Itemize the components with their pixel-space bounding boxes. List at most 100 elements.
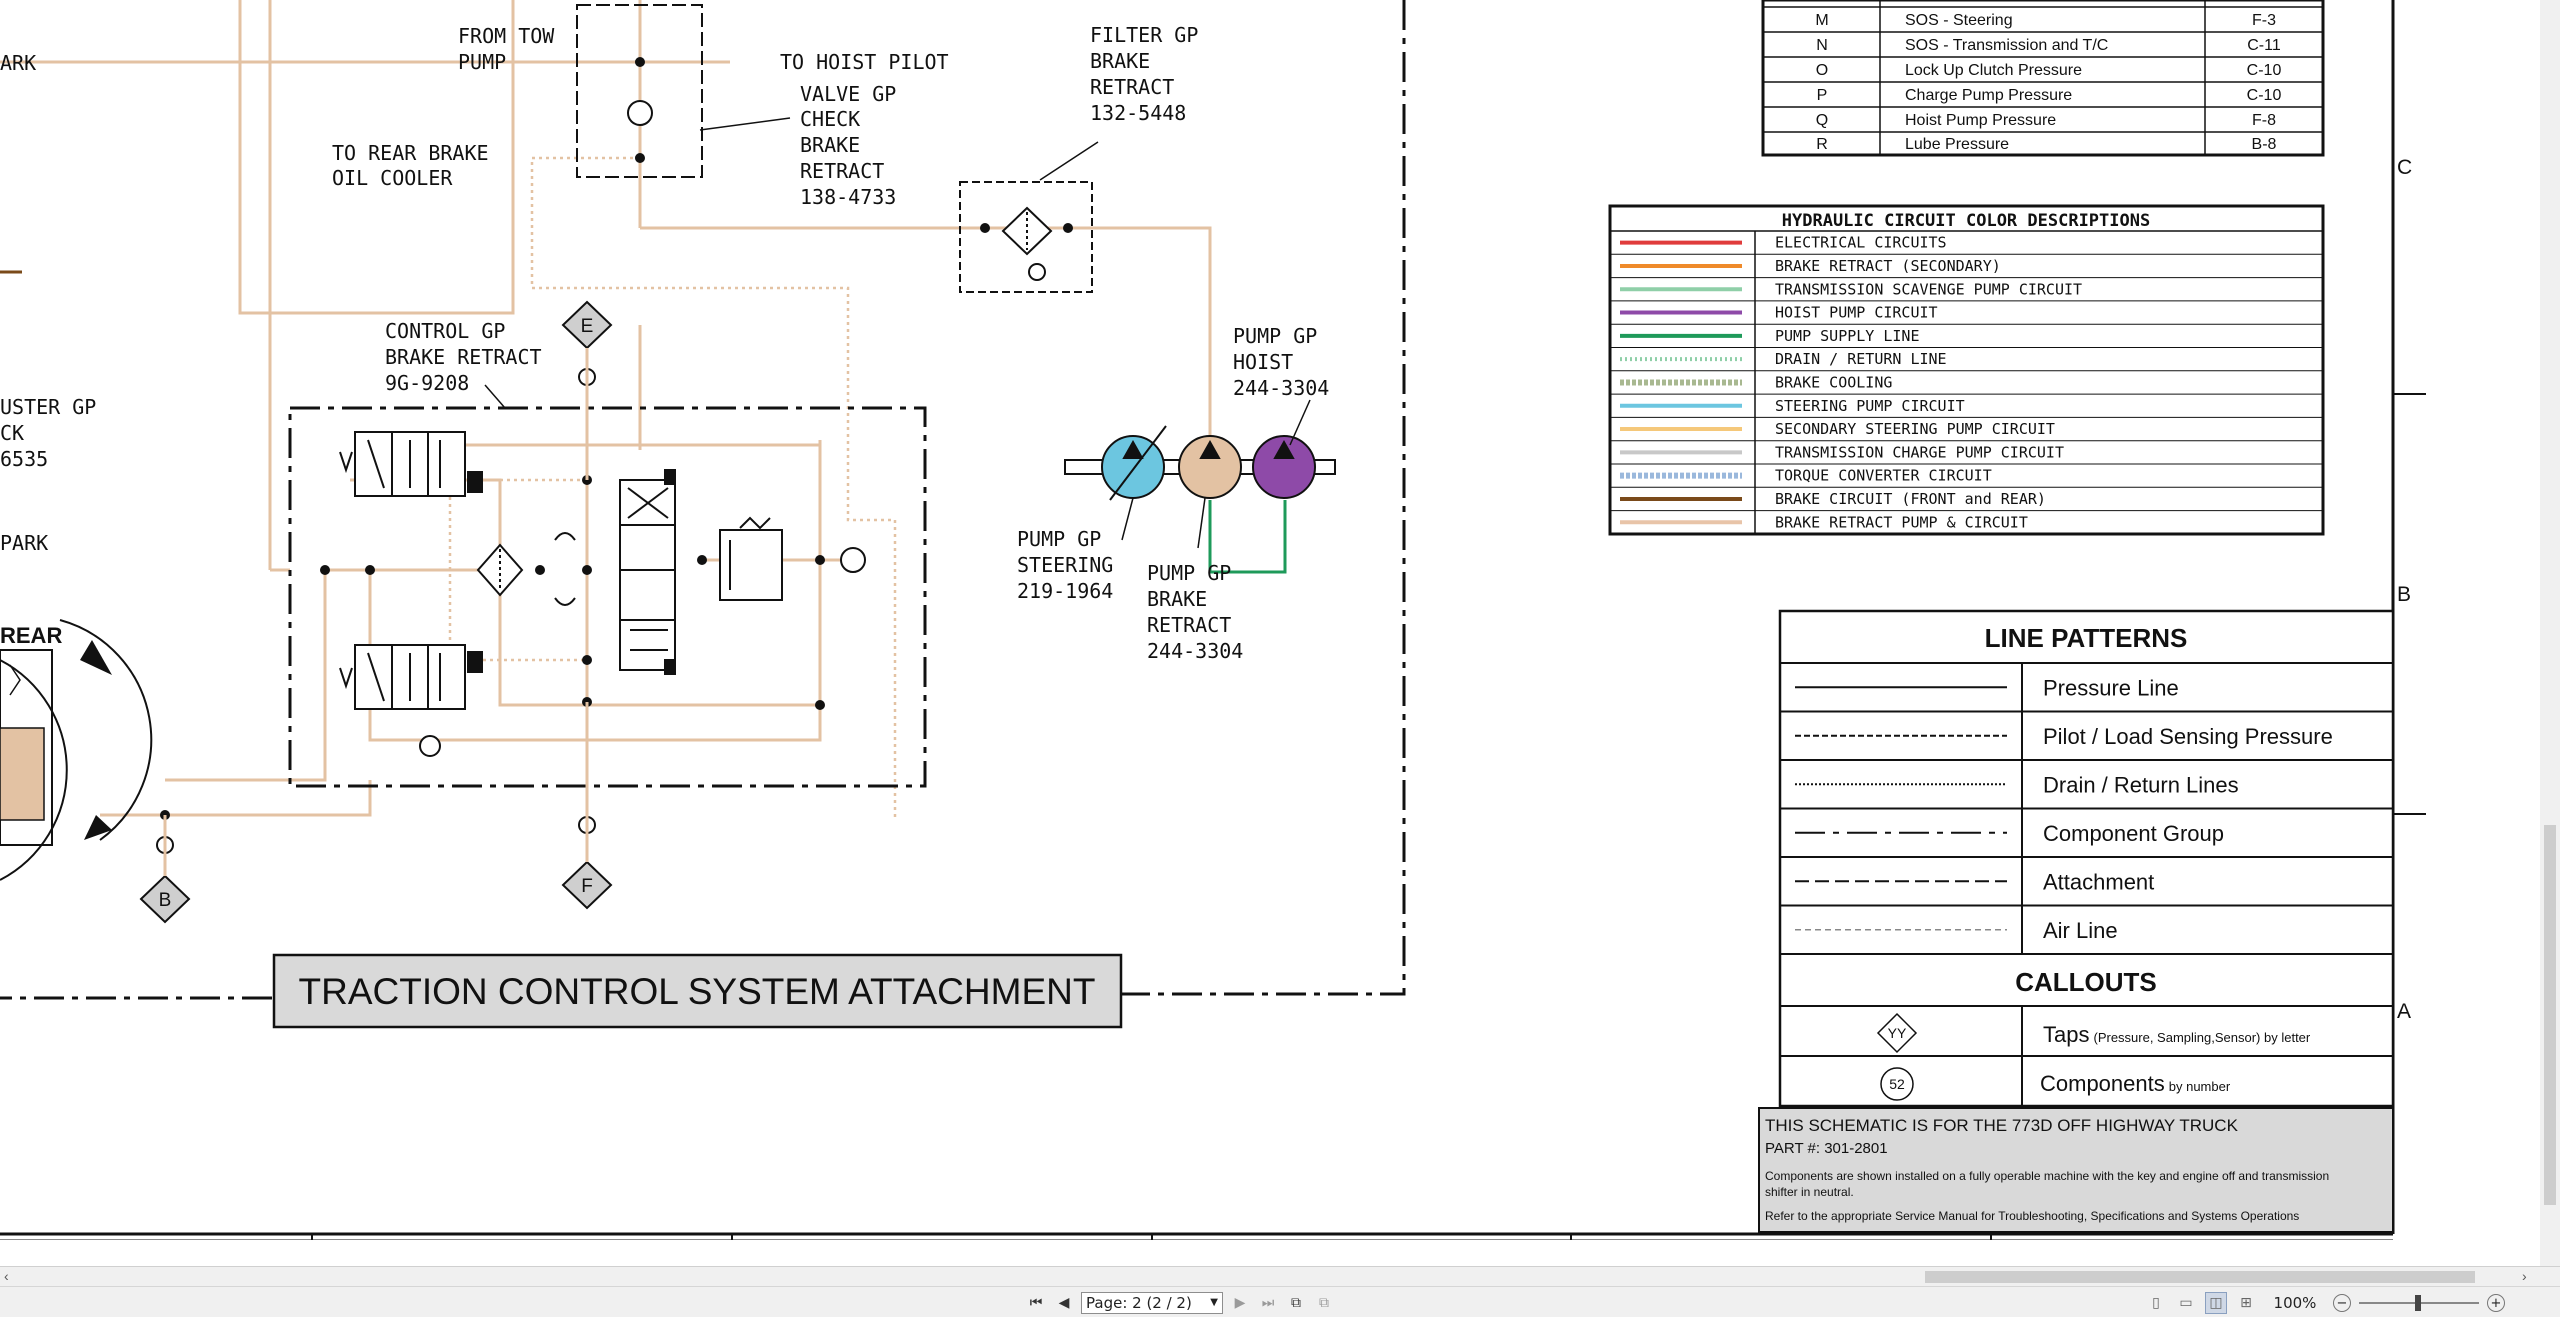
single-page-view-icon[interactable]: ▯ [2145,1292,2167,1314]
line-pattern-label: Attachment [2043,869,2154,894]
chevron-down-icon: ▼ [1210,1297,1218,1308]
tap-row-letter: N [1816,37,1828,54]
line-patterns-title: LINE PATTERNS [1985,623,2188,653]
zoom-slider[interactable] [2359,1293,2479,1313]
color-legend-label: SECONDARY STEERING PUMP CIRCUIT [1775,420,2055,438]
info-line1: THIS SCHEMATIC IS FOR THE 773D OFF HIGHW… [1765,1116,2239,1135]
label-park-mid: PARK [0,531,48,555]
next-page-icon[interactable]: ▶ [1229,1292,1251,1314]
color-legend-title: HYDRAULIC CIRCUIT COLOR DESCRIPTIONS [1782,211,2150,231]
label-valve-gp-4: RETRACT [800,159,884,183]
zoom-level[interactable]: 100% [2265,1294,2325,1312]
previous-page-icon[interactable]: ◀ [1053,1292,1075,1314]
label-pump-brake-4: 244-3304 [1147,639,1243,663]
tap-b-label: B [159,890,172,911]
tap-row-loc: F-8 [2252,112,2276,129]
two-page-continuous-view-icon[interactable]: ⊞ [2235,1292,2257,1314]
tap-row-letter: M [1815,12,1828,29]
proportional-valve [619,469,676,675]
label-valve-gp-2: CHECK [800,107,860,131]
horizontal-scrollbar[interactable]: ‹ › [0,1266,2560,1286]
tap-e: E [561,300,613,480]
tap-row-desc: SOS - Steering [1905,12,2013,29]
two-page-view-icon[interactable]: ◫ [2205,1292,2227,1314]
tcs-title: TRACTION CONTROL SYSTEM ATTACHMENT [299,971,1096,1012]
first-page-icon[interactable]: ⏮ [1025,1292,1047,1314]
component-callout-symbol: 52 [1889,1076,1905,1092]
color-legend-label: TORQUE CONVERTER CIRCUIT [1775,467,1992,485]
callouts-title: CALLOUTS [2015,967,2157,997]
vertical-scrollbar[interactable] [2540,0,2560,1266]
label-valve-gp-5: 138-4733 [800,185,896,209]
tap-row-desc: Lube Pressure [1905,136,2009,153]
info-line2: PART #: 301-2801 [1765,1140,1888,1157]
label-adjuster-1: USTER GP [0,395,96,419]
info-line3b: shifter in neutral. [1765,1185,1854,1199]
last-page-icon[interactable]: ⏭ [1257,1292,1279,1314]
color-legend-label: STEERING PUMP CIRCUIT [1775,397,1965,415]
scroll-left-icon[interactable]: ‹ [4,1268,9,1284]
solenoid-valve-lower [339,644,483,710]
continuous-view-icon[interactable]: ▭ [2175,1292,2197,1314]
tap-row-loc: B-8 [2252,136,2277,153]
color-legend-label: BRAKE COOLING [1775,373,1892,391]
tap-e-label: E [581,316,594,337]
page-select[interactable]: Page: 2 (2 / 2) ▼ [1081,1292,1223,1314]
line-pattern-label: Air Line [2043,918,2118,943]
label-valve-gp-3: BRAKE [800,133,860,157]
tap-row-desc: Charge Pump Pressure [1905,87,2072,104]
line-pattern-label: Pressure Line [2043,675,2179,700]
tap-row-loc: C-10 [2247,87,2282,104]
label-filter-gp-4: 132-5448 [1090,101,1186,125]
tap-b: B [139,815,191,924]
zoom-slider-knob[interactable] [2415,1295,2421,1311]
info-line3a: Components are shown installed on a full… [1765,1169,2329,1183]
label-control-gp-3: 9G-9208 [385,371,469,395]
view-controls: ▯ ▭ ◫ ⊞ 100% − + [2145,1290,2505,1316]
color-legend-label: HOIST PUMP CIRCUIT [1775,304,1938,322]
color-legend-label: DRAIN / RETURN LINE [1775,350,1947,368]
label-park-top: ARK [0,51,36,75]
label-pump-steer-3: 219-1964 [1017,579,1113,603]
scroll-right-icon[interactable]: › [2522,1268,2527,1284]
zoom-out-icon[interactable]: − [2333,1294,2351,1312]
label-valve-gp-1: VALVE GP [800,82,896,106]
line-pattern-label: Component Group [2043,821,2224,846]
horizontal-scroll-thumb[interactable] [1925,1271,2475,1283]
label-filter-gp-2: BRAKE [1090,49,1150,73]
tap-row-letter: R [1816,136,1828,153]
label-to-hoist-pilot: TO HOIST PILOT [780,50,949,74]
label-pump-hoist-1: PUMP GP [1233,324,1317,348]
relief-valve [719,516,783,601]
label-pump-hoist-3: 244-3304 [1233,376,1329,400]
tap-table: M SOS - Steering F-3 N SOS - Transmissio… [1761,0,2325,157]
line-pattern-label: Drain / Return Lines [2043,772,2239,797]
color-legend-label: ELECTRICAL CIRCUITS [1775,234,1947,252]
label-pump-steer-1: PUMP GP [1017,527,1101,551]
label-pump-brake-3: RETRACT [1147,613,1231,637]
label-filter-gp-3: RETRACT [1090,75,1174,99]
vertical-scroll-thumb[interactable] [2544,825,2556,1205]
label-rear-brake-2: OIL COOLER [332,166,453,190]
grid-row-a: A [2397,1000,2411,1023]
rear-brake-cylinder [0,619,153,881]
viewer-toolbar: ⏮ ◀ Page: 2 (2 / 2) ▼ ▶ ⏭ ⧉ ⧉ ▯ ▭ ◫ ⊞ 100… [0,1286,2560,1317]
color-legend-label: BRAKE RETRACT (SECONDARY) [1775,257,2001,275]
label-filter-gp-1: FILTER GP [1090,23,1198,47]
go-forward-view-icon[interactable]: ⧉ [1313,1292,1335,1314]
tap-row-loc: C-11 [2247,37,2281,54]
label-adjuster-2: CK [0,421,24,445]
line-patterns-table: LINE PATTERNS Pressure Line Pilot / Load … [1778,609,2395,1108]
tap-row-desc: Hoist Pump Pressure [1905,112,2056,129]
go-back-view-icon[interactable]: ⧉ [1285,1292,1307,1314]
grid-row-b: B [2397,583,2411,606]
solenoid-valve-upper [339,431,483,497]
label-pump-hoist-2: HOIST [1233,350,1293,374]
zoom-in-icon[interactable]: + [2487,1294,2505,1312]
schematic-info-box: THIS SCHEMATIC IS FOR THE 773D OFF HIGHW… [1758,1107,2394,1233]
tap-row-loc: F-3 [2252,12,2276,29]
label-rear: REAR [0,623,62,648]
schematic-canvas: 6 5 4 3 2 1 C B A TRACTION CONTROL SYSTE… [0,0,2426,1240]
tap-f-label: F [581,876,593,897]
label-control-gp-1: CONTROL GP [385,319,505,343]
